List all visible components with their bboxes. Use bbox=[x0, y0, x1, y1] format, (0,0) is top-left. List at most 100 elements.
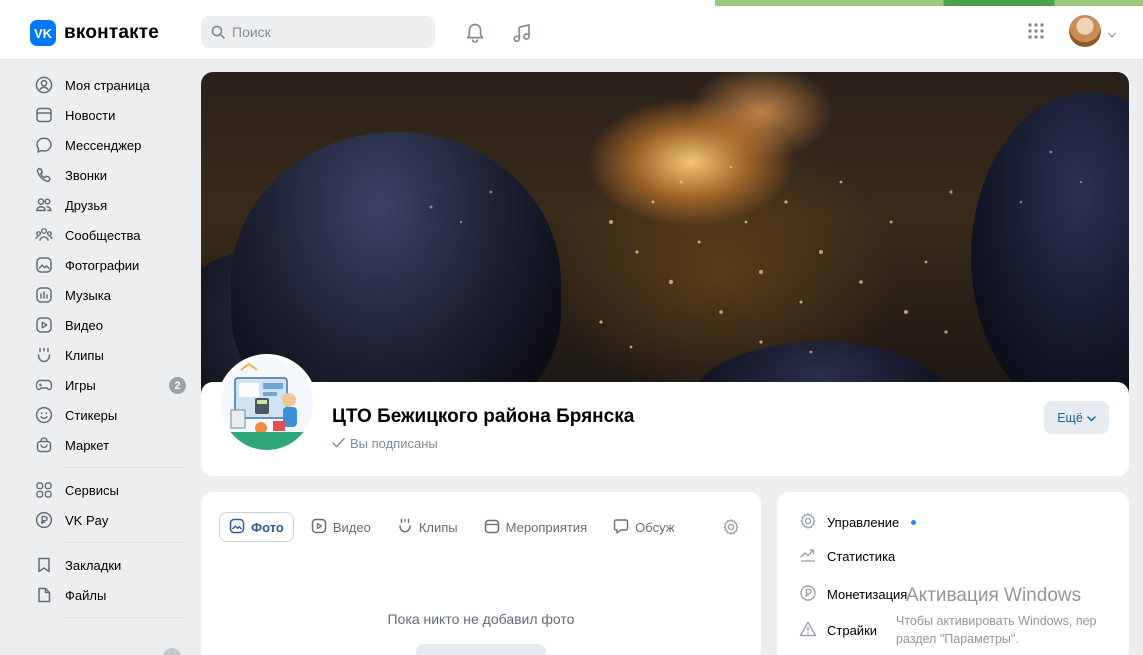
nav-communities[interactable]: Сообщества bbox=[30, 220, 190, 250]
gear-icon[interactable] bbox=[722, 518, 740, 539]
nav-messenger[interactable]: Мессенджер bbox=[30, 130, 190, 160]
manage-item-statistics[interactable]: Статистика bbox=[799, 546, 895, 567]
tab-label: Обсуж bbox=[635, 519, 675, 535]
notifications-bell-icon[interactable] bbox=[465, 22, 485, 47]
vk-logo[interactable]: VK вконтакте bbox=[30, 20, 159, 46]
warning-triangle-icon bbox=[799, 620, 817, 641]
manage-label: Управление bbox=[827, 515, 900, 530]
nav-label: Файлы bbox=[65, 587, 107, 603]
nav-label: Сервисы bbox=[65, 482, 119, 498]
nav-market[interactable]: Маркет bbox=[30, 430, 190, 460]
manage-item-management[interactable]: Управление bbox=[799, 512, 917, 533]
nav-bookmarks[interactable]: Закладки bbox=[30, 550, 190, 580]
discussion-icon bbox=[613, 518, 629, 537]
nav-label: Новости bbox=[65, 107, 116, 123]
nav-divider bbox=[64, 542, 186, 543]
search-box[interactable] bbox=[201, 16, 435, 48]
add-photo-button-partial[interactable] bbox=[416, 644, 546, 655]
nav-label: Звонки bbox=[65, 167, 107, 183]
apps-grid-icon[interactable] bbox=[1027, 22, 1045, 43]
music-note-icon[interactable] bbox=[512, 22, 532, 47]
browser-stripe bbox=[700, 0, 1143, 6]
checkmark-icon bbox=[332, 436, 345, 451]
nav-video[interactable]: Видео bbox=[30, 310, 190, 340]
windows-activation-title: Активация Windows bbox=[906, 585, 1082, 606]
manage-label: Монетизация bbox=[827, 587, 908, 602]
news-icon bbox=[34, 105, 54, 125]
manage-label: Статистика bbox=[827, 549, 896, 564]
more-button[interactable]: Ещё bbox=[1044, 401, 1109, 434]
calendar-icon bbox=[484, 518, 500, 537]
photo-icon bbox=[34, 255, 54, 275]
group-logo-illustration bbox=[221, 358, 313, 450]
video-icon bbox=[311, 518, 327, 537]
nav-music[interactable]: Музыка bbox=[30, 280, 190, 310]
subscription-status[interactable]: Вы подписаны bbox=[332, 436, 438, 451]
windows-activation-line: Чтобы активировать Windows, пер bbox=[896, 614, 1097, 628]
gear-icon bbox=[799, 512, 817, 533]
nav-label: Мессенджер bbox=[65, 137, 142, 153]
tab-discussions[interactable]: Обсуж bbox=[604, 512, 683, 542]
video-icon bbox=[34, 315, 54, 335]
nav-vkpay[interactable]: VK Pay bbox=[30, 505, 190, 535]
nav-divider bbox=[64, 617, 186, 618]
tab-photo[interactable]: Фото bbox=[219, 512, 294, 542]
nav-label: VK Pay bbox=[65, 512, 109, 528]
nav-label: Моя страница bbox=[65, 77, 150, 93]
nav-label: Фотографии bbox=[65, 257, 140, 273]
search-input[interactable] bbox=[232, 24, 412, 40]
nav-clips[interactable]: Клипы bbox=[30, 340, 190, 370]
search-icon bbox=[211, 25, 225, 39]
top-header: VK вконтакте bbox=[0, 0, 1143, 60]
tab-clips[interactable]: Клипы bbox=[388, 512, 467, 542]
group-avatar[interactable] bbox=[217, 354, 317, 454]
message-icon bbox=[34, 135, 54, 155]
group-cover-image bbox=[201, 72, 1129, 462]
nav-stickers[interactable]: Стикеры bbox=[30, 400, 190, 430]
nav-games[interactable]: Игры 2 bbox=[30, 370, 190, 400]
clips-icon bbox=[397, 518, 413, 537]
nav-label: Стикеры bbox=[65, 407, 118, 423]
manage-item-monetization[interactable]: Монетизация bbox=[799, 584, 907, 605]
nav-toggle-partial[interactable] bbox=[163, 648, 181, 655]
nav-services[interactable]: Сервисы bbox=[30, 475, 190, 505]
user-circle-icon bbox=[34, 75, 54, 95]
manage-item-strikes[interactable]: Страйки bbox=[799, 620, 877, 641]
windows-activation-text: Чтобы активировать Windows, пер раздел "… bbox=[896, 612, 1143, 648]
group-title: ЦТО Бежицкого района Брянска bbox=[332, 406, 635, 427]
nav-label: Закладки bbox=[65, 557, 122, 573]
tab-video[interactable]: Видео bbox=[302, 512, 380, 542]
nav-news[interactable]: Новости bbox=[30, 100, 190, 130]
file-icon bbox=[34, 585, 54, 605]
more-button-label: Ещё bbox=[1057, 410, 1083, 425]
subscription-label: Вы подписаны bbox=[350, 436, 438, 451]
tab-label: Фото bbox=[251, 519, 284, 535]
group-header-card: ЦТО Бежицкого района Брянска Вы подписан… bbox=[201, 72, 1129, 476]
clips-icon bbox=[34, 345, 54, 365]
notification-dot bbox=[911, 520, 917, 525]
nav-calls[interactable]: Звонки bbox=[30, 160, 190, 190]
nav-label: Сообщества bbox=[65, 227, 141, 243]
media-card: Фото Видео Клипы Мероприятия Обсуж Пока … bbox=[201, 492, 761, 655]
empty-photos-text: Пока никто не добавил фото bbox=[387, 611, 575, 627]
monetization-icon bbox=[799, 584, 817, 605]
chevron-down-icon[interactable] bbox=[1107, 27, 1117, 42]
media-tabs: Фото Видео Клипы Мероприятия Обсуж bbox=[219, 512, 691, 542]
market-bag-icon bbox=[34, 435, 54, 455]
chevron-down-icon bbox=[1087, 411, 1096, 425]
nav-my-page[interactable]: Моя страница bbox=[30, 70, 190, 100]
sticker-icon bbox=[34, 405, 54, 425]
nav-friends[interactable]: Друзья bbox=[30, 190, 190, 220]
music-icon bbox=[34, 285, 54, 305]
tab-label: Клипы bbox=[418, 519, 458, 535]
nav-files[interactable]: Файлы bbox=[30, 580, 190, 610]
nav-photos[interactable]: Фотографии bbox=[30, 250, 190, 280]
tab-events[interactable]: Мероприятия bbox=[475, 512, 597, 542]
tab-label: Мероприятия bbox=[505, 519, 588, 535]
manage-label: Страйки bbox=[827, 623, 878, 638]
nav-label: Друзья bbox=[65, 197, 108, 213]
user-avatar[interactable] bbox=[1069, 15, 1101, 47]
bookmark-icon bbox=[34, 555, 54, 575]
statistics-icon bbox=[799, 546, 817, 567]
vk-logo-text: вконтакте bbox=[64, 22, 160, 43]
